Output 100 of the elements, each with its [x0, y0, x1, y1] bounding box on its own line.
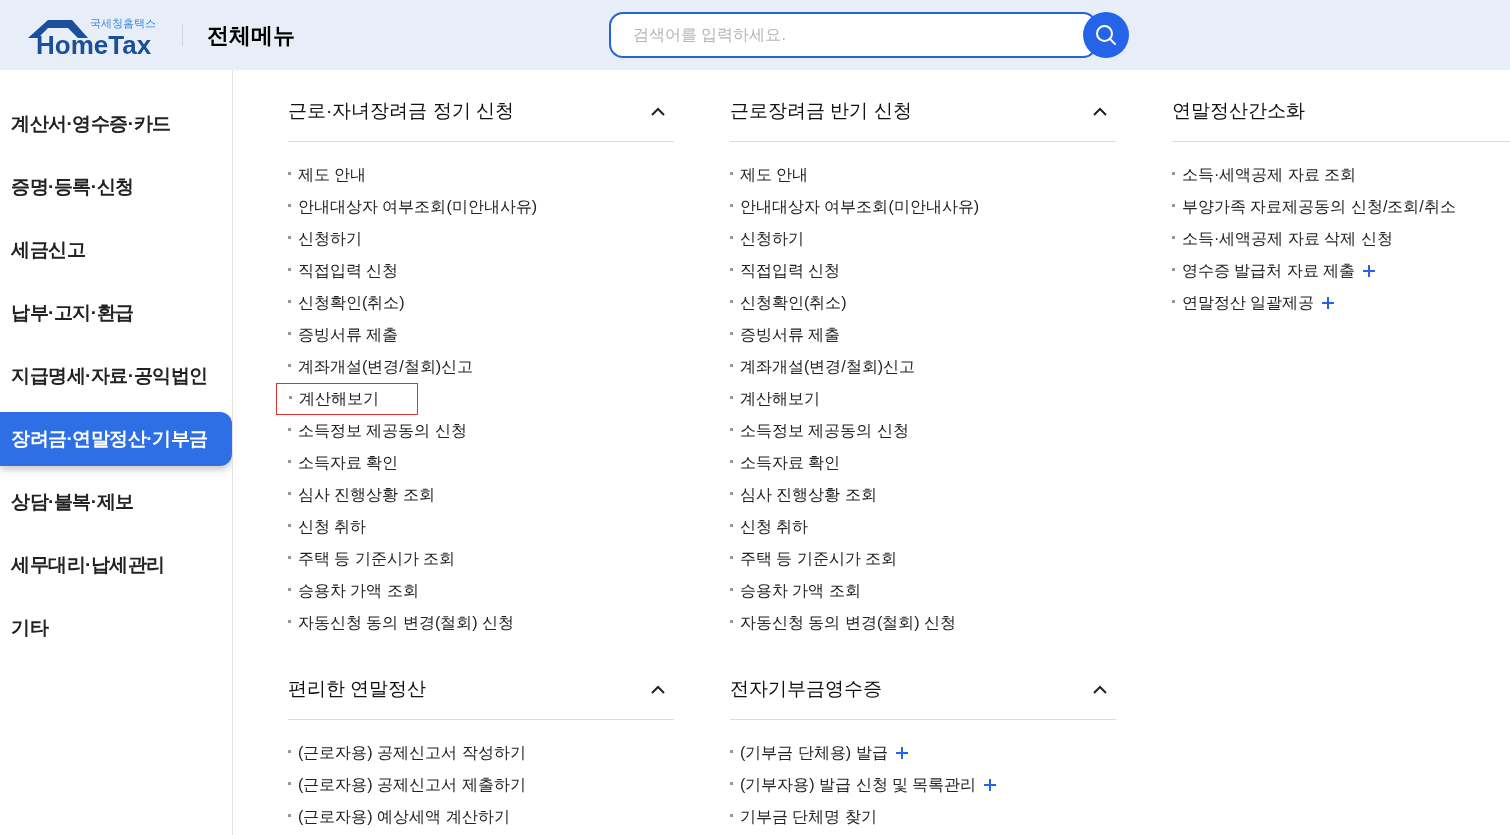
menu-link[interactable]: 신청확인(취소) [288, 291, 405, 315]
logo-title: HomeTax [36, 32, 152, 58]
section-title: 근로장려금 반기 신청 [730, 99, 912, 124]
menu-link[interactable]: (기부자용) 발급 신청 및 목록관리 [730, 773, 977, 797]
menu-link[interactable]: 소득자료 확인 [288, 451, 399, 475]
bullet-icon [730, 749, 733, 753]
plus-icon[interactable] [1322, 297, 1335, 309]
house-roof-icon [26, 18, 90, 38]
bullet-icon [1172, 267, 1175, 271]
menu-link[interactable]: 영수증 발급처 자료 제출 [1172, 259, 1356, 283]
section-title: 연말정산간소화 [1172, 99, 1305, 124]
sidebar-item[interactable]: 장려금·연말정산·기부금 [0, 412, 232, 466]
bullet-icon [288, 619, 291, 623]
bullet-icon [288, 587, 291, 591]
sidebar-item[interactable]: 세무대리·납세관리 [0, 538, 232, 592]
bullet-icon [1172, 171, 1175, 175]
bullet-icon [288, 813, 291, 817]
menu-link[interactable]: 자동신청 동의 변경(철회) 신청 [730, 611, 956, 635]
menu-link[interactable]: 소득정보 제공동의 신청 [730, 419, 909, 443]
bullet-icon [288, 459, 291, 463]
search-input[interactable]: 검색어를 입력하세요. [633, 23, 1073, 47]
plus-icon[interactable] [1363, 265, 1376, 277]
menu-link[interactable]: 연말정산 일괄제공 [1172, 291, 1315, 315]
menu-link[interactable]: (근로자용) 공제신고서 작성하기 [288, 741, 526, 765]
menu-link[interactable]: 부양가족 자료제공동의 신청/조회/취소 [1172, 195, 1456, 219]
menu-link[interactable]: (근로자용) 예상세액 계산하기 [288, 805, 510, 829]
bullet-icon [288, 203, 291, 207]
menu-link[interactable]: (기부금 단체용) 발급 [730, 741, 888, 765]
bullet-icon [288, 267, 291, 271]
menu-link[interactable]: 심사 진행상황 조회 [730, 483, 877, 507]
chevron-up-icon [651, 107, 665, 116]
sidebar-item[interactable]: 지급명세·자료·공익법인 [0, 349, 232, 403]
bullet-icon [730, 587, 733, 591]
sidebar-item[interactable]: 계산서·영수증·카드 [0, 97, 232, 151]
menu-link[interactable]: 직접입력 신청 [730, 259, 841, 283]
bullet-icon [288, 749, 291, 753]
bullet-icon [730, 459, 733, 463]
plus-icon[interactable] [984, 779, 997, 791]
bullet-icon [730, 813, 733, 817]
search-button[interactable] [1083, 12, 1129, 58]
bullet-icon [730, 203, 733, 207]
menu-link[interactable]: 증빙서류 제출 [288, 323, 399, 347]
menu-link[interactable]: (근로자용) 공제신고서 제출하기 [288, 773, 526, 797]
menu-link[interactable]: 승용차 가액 조회 [730, 579, 861, 603]
logo-subtitle: 국세청홈택스 [90, 18, 156, 29]
section-title: 전자기부금영수증 [730, 677, 882, 702]
hometax-logo[interactable]: 국세청홈택스 HomeTax [26, 12, 158, 58]
bullet-icon [288, 299, 291, 303]
bullet-icon [288, 235, 291, 239]
sidebar-item[interactable]: 증명·등록·신청 [0, 160, 232, 214]
menu-link[interactable]: 신청확인(취소) [730, 291, 847, 315]
menu-link[interactable]: 신청하기 [288, 227, 362, 251]
bullet-icon [1172, 235, 1175, 239]
bullet-icon [288, 171, 291, 175]
menu-link[interactable]: 직접입력 신청 [288, 259, 399, 283]
menu-link[interactable]: 주택 등 기준시가 조회 [730, 547, 898, 571]
bullet-icon [288, 427, 291, 431]
bullet-icon [288, 491, 291, 495]
bullet-icon [730, 171, 733, 175]
menu-link[interactable]: 소득·세액공제 자료 조회 [1172, 163, 1357, 187]
menu-link[interactable]: 안내대상자 여부조회(미안내사유) [730, 195, 980, 219]
bullet-icon [730, 331, 733, 335]
chevron-up-icon [1093, 685, 1107, 694]
menu-link[interactable]: 계좌개설(변경/철회)신고 [730, 355, 916, 379]
menu-link[interactable]: 계산해보기 [276, 383, 418, 415]
sidebar-item[interactable]: 상담·불복·제보 [0, 475, 232, 529]
plus-icon[interactable] [895, 747, 908, 759]
bullet-icon [730, 267, 733, 271]
bullet-icon [288, 331, 291, 335]
sidebar-item[interactable]: 기타 [0, 601, 232, 655]
menu-link[interactable]: 증빙서류 제출 [730, 323, 841, 347]
bullet-icon [730, 555, 733, 559]
menu-link[interactable]: 제도 안내 [288, 163, 367, 187]
menu-link[interactable]: 소득자료 확인 [730, 451, 841, 475]
menu-link[interactable]: 자동신청 동의 변경(철회) 신청 [288, 611, 514, 635]
menu-link[interactable]: 계산해보기 [730, 387, 820, 411]
menu-link[interactable]: 소득정보 제공동의 신청 [288, 419, 467, 443]
menu-link[interactable]: 소득·세액공제 자료 삭제 신청 [1172, 227, 1393, 251]
menu-link[interactable]: 승용차 가액 조회 [288, 579, 419, 603]
bullet-icon [730, 395, 733, 399]
sidebar-item[interactable]: 세금신고 [0, 223, 232, 277]
menu-link[interactable]: 신청하기 [730, 227, 804, 251]
menu-link[interactable]: 기부금 단체명 찾기 [730, 805, 877, 829]
menu-link[interactable]: 안내대상자 여부조회(미안내사유) [288, 195, 538, 219]
bullet-icon [730, 299, 733, 303]
bullet-icon [288, 363, 291, 367]
menu-link[interactable]: 주택 등 기준시가 조회 [288, 547, 456, 571]
bullet-icon [289, 395, 292, 399]
sidebar-item[interactable]: 납부·고지·환급 [0, 286, 232, 340]
bullet-icon [730, 427, 733, 431]
menu-link[interactable]: 계좌개설(변경/철회)신고 [288, 355, 474, 379]
menu-link[interactable]: 심사 진행상황 조회 [288, 483, 435, 507]
page-title: 전체메뉴 [207, 21, 295, 50]
menu-link[interactable]: 신청 취하 [730, 515, 809, 539]
menu-link[interactable]: 제도 안내 [730, 163, 809, 187]
bullet-icon [288, 781, 291, 785]
section-title: 편리한 연말정산 [288, 677, 427, 702]
menu-link[interactable]: 신청 취하 [288, 515, 367, 539]
bullet-icon [730, 619, 733, 623]
bullet-icon [730, 491, 733, 495]
